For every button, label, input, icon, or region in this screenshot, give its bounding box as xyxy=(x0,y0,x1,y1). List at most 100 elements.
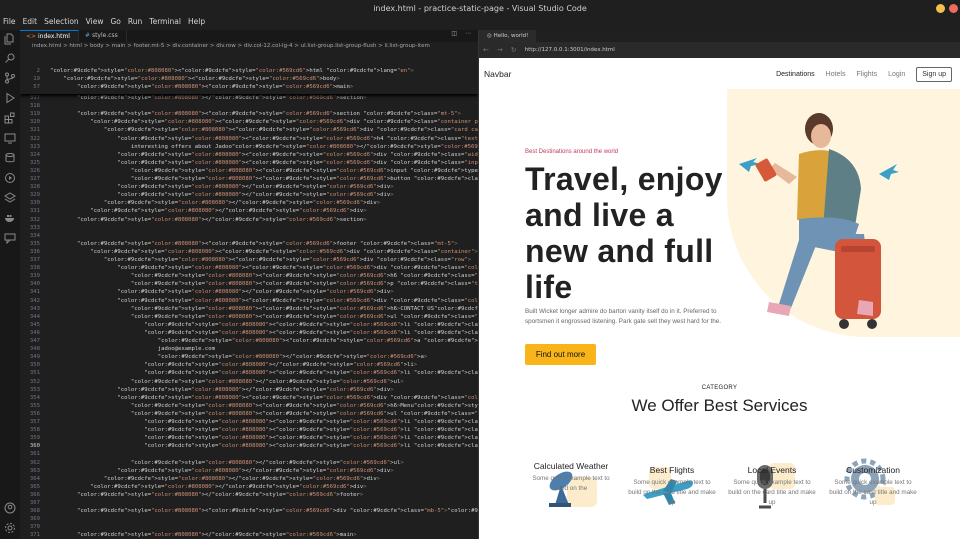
code-line[interactable]: "color:#9cdcfe">style="color:#808080"></… xyxy=(50,184,393,190)
code-line[interactable]: "color:#9cdcfe">style="color:#808080"><"… xyxy=(50,127,478,133)
code-line[interactable]: "color:#9cdcfe">style="color:#808080"><"… xyxy=(50,443,478,449)
menu-view[interactable]: View xyxy=(86,17,104,30)
menu-selection[interactable]: Selection xyxy=(44,17,79,30)
close-button[interactable] xyxy=(949,4,958,13)
code-line[interactable]: "color:#9cdcfe">style="color:#808080"><"… xyxy=(50,249,477,255)
tab-style-css[interactable]: # style.css xyxy=(79,30,127,42)
code-line[interactable]: "color:#9cdcfe">style="color:#808080"><"… xyxy=(50,281,478,287)
code-line[interactable]: "color:#9cdcfe">style="color:#808080"><"… xyxy=(50,160,478,166)
code-line[interactable]: "color:#9cdcfe">style="color:#808080"><"… xyxy=(50,306,478,312)
code-line[interactable]: "color:#9cdcfe">style="color:#808080"><"… xyxy=(50,403,478,409)
code-line[interactable]: "color:#9cdcfe">style="color:#808080"></… xyxy=(50,192,393,198)
tab-index-html[interactable]: <> index.html xyxy=(20,30,79,42)
find-out-more-button[interactable]: Find out more xyxy=(525,344,596,365)
menu-help[interactable]: Help xyxy=(188,17,205,30)
code-line[interactable]: "color:#9cdcfe">style="color:#808080"><"… xyxy=(50,273,478,279)
line-number: 340 xyxy=(29,281,40,288)
web-page: Navbar Destinations Hotels Flights Login… xyxy=(479,59,960,539)
menu-terminal[interactable]: Terminal xyxy=(149,17,181,30)
menu-edit[interactable]: Edit xyxy=(23,17,38,30)
minimize-button[interactable] xyxy=(936,4,945,13)
code-line[interactable]: "color:#9cdcfe">style="color:#808080"><"… xyxy=(50,370,478,376)
nav-destinations[interactable]: Destinations xyxy=(776,71,815,78)
code-line[interactable]: "color:#9cdcfe">style="color:#808080"><"… xyxy=(50,330,478,336)
breadcrumb[interactable]: index.html > html > body > main > footer… xyxy=(20,42,478,52)
code-line[interactable]: "color:#9cdcfe">style="color:#808080"><"… xyxy=(50,241,458,247)
code-line[interactable]: "color:#9cdcfe">style="color:#808080"></… xyxy=(50,208,366,214)
extensions-icon[interactable] xyxy=(4,112,16,124)
timeline-icon[interactable] xyxy=(4,172,16,184)
code-line[interactable]: "color:#9cdcfe">style="color:#808080"></… xyxy=(50,354,428,360)
code-line[interactable]: "color:#9cdcfe">style="color:#808080"></… xyxy=(50,492,363,498)
database-icon[interactable] xyxy=(4,152,16,164)
line-number: 344 xyxy=(29,313,40,320)
code-line[interactable]: "color:#9cdcfe">style="color:#808080"><"… xyxy=(50,314,478,320)
code-line[interactable]: "color:#9cdcfe">style="color:#808080"></… xyxy=(50,379,404,385)
service-name: Local Events xyxy=(747,465,797,475)
run-debug-icon[interactable] xyxy=(4,92,16,104)
source-control-icon[interactable] xyxy=(4,72,16,84)
nav-hotels[interactable]: Hotels xyxy=(826,71,846,78)
code-line[interactable]: "color:#9cdcfe">style="color:#808080"></… xyxy=(50,532,357,538)
menu-file[interactable]: File xyxy=(3,17,16,30)
code-line[interactable]: "color:#9cdcfe">style="color:#808080"><"… xyxy=(50,298,478,304)
code-line[interactable]: "color:#9cdcfe">style="color:#808080"><"… xyxy=(50,322,478,328)
code-line[interactable]: "color:#9cdcfe">style="color:#808080"><"… xyxy=(50,152,478,158)
code-line[interactable]: "color:#9cdcfe">style="color:#808080"><"… xyxy=(50,168,478,174)
code-line[interactable]: "color:#9cdcfe">style="color:#808080"><"… xyxy=(50,395,478,401)
code-line[interactable]: jadoo@example.com xyxy=(50,346,215,352)
menu-go[interactable]: Go xyxy=(110,17,120,30)
menu-run[interactable]: Run xyxy=(128,17,142,30)
line-number: 319 xyxy=(29,111,40,118)
chat-icon[interactable] xyxy=(4,232,16,245)
code-line[interactable]: "color:#9cdcfe">style="color:#808080"></… xyxy=(50,95,367,101)
code-line[interactable]: "color:#9cdcfe">style="color:#808080"><"… xyxy=(50,136,478,142)
code-line[interactable]: "color:#9cdcfe">style="color:#808080"></… xyxy=(50,476,380,482)
code-line[interactable]: "color:#9cdcfe">style="color:#808080"></… xyxy=(50,468,393,474)
code-line[interactable]: "color:#9cdcfe">style="color:#808080"><"… xyxy=(50,435,478,441)
code-line[interactable]: "color:#9cdcfe">style="color:#808080"><"… xyxy=(50,257,471,263)
preview-tab[interactable]: ◎ Hello, world! xyxy=(479,30,537,42)
nav-flights[interactable]: Flights xyxy=(856,71,877,78)
code-line[interactable]: "color:#9cdcfe">style="color:#808080"><"… xyxy=(50,176,478,182)
code-line[interactable]: "color:#9cdcfe">style="color:#808080"></… xyxy=(50,362,417,368)
code-line[interactable]: "color:#9cdcfe">style="color:#808080"><"… xyxy=(50,419,478,425)
line-number: 339 xyxy=(29,273,40,280)
code-line[interactable]: "color:#9cdcfe">style="color:#808080"><"… xyxy=(50,119,478,125)
navbar-brand[interactable]: Navbar xyxy=(484,69,511,79)
nav-login[interactable]: Login xyxy=(888,71,905,78)
code-line[interactable]: interesting offers about Jadoo"color:#9c… xyxy=(50,144,478,150)
code-line[interactable]: "color:#9cdcfe">style="color:#808080"><"… xyxy=(50,411,478,417)
line-number: 325 xyxy=(29,159,40,166)
search-icon[interactable] xyxy=(4,52,16,64)
code-line[interactable]: "color:#9cdcfe">style="color:#808080"></… xyxy=(50,200,380,206)
code-line[interactable]: "color:#9cdcfe">style="color:#808080"><"… xyxy=(50,111,461,117)
code-line[interactable]: "color:#9cdcfe">style="color:#808080"></… xyxy=(50,387,393,393)
url-input[interactable]: http://127.0.0.1:3001/index.html xyxy=(525,47,615,53)
line-number: 328 xyxy=(29,184,40,191)
back-icon[interactable]: ← xyxy=(479,46,493,54)
code-line[interactable]: "color:#9cdcfe">style="color:#808080"></… xyxy=(50,289,393,295)
code-line[interactable]: "color:#9cdcfe">style="color:#808080"></… xyxy=(50,460,404,466)
signup-button[interactable]: Sign up xyxy=(916,67,952,82)
code-line[interactable]: "color:#9cdcfe">style="color:#808080"><"… xyxy=(50,427,478,433)
remote-explorer-icon[interactable] xyxy=(4,132,16,144)
code-area[interactable]: 2 "color:#9cdcfe">style="color:#808080"><… xyxy=(20,67,478,539)
layers-icon[interactable] xyxy=(4,192,16,204)
code-line[interactable]: "color:#9cdcfe">style="color:#808080"></… xyxy=(50,217,367,223)
explorer-icon[interactable] xyxy=(4,33,16,45)
editor-actions[interactable]: ◫ ⋯ xyxy=(451,30,478,42)
code-line: "color:#9cdcfe">style="color:#808080"><"… xyxy=(50,68,414,74)
forward-icon[interactable]: → xyxy=(493,46,507,54)
code-line[interactable]: "color:#9cdcfe">style="color:#808080"></… xyxy=(50,484,366,490)
line-number: 323 xyxy=(29,143,40,150)
code-line[interactable]: "color:#9cdcfe">style="color:#808080"><"… xyxy=(50,338,478,344)
line-number: 336 xyxy=(29,248,40,255)
code-line[interactable]: "color:#9cdcfe">style="color:#808080"><"… xyxy=(50,508,478,514)
docker-icon[interactable] xyxy=(4,212,16,224)
code-line[interactable]: "color:#9cdcfe">style="color:#808080"><"… xyxy=(50,265,478,271)
account-icon[interactable] xyxy=(4,502,16,514)
services-title: We Offer Best Services xyxy=(631,396,808,415)
gear-icon[interactable] xyxy=(4,522,16,534)
reload-icon[interactable]: ↻ xyxy=(507,46,521,54)
